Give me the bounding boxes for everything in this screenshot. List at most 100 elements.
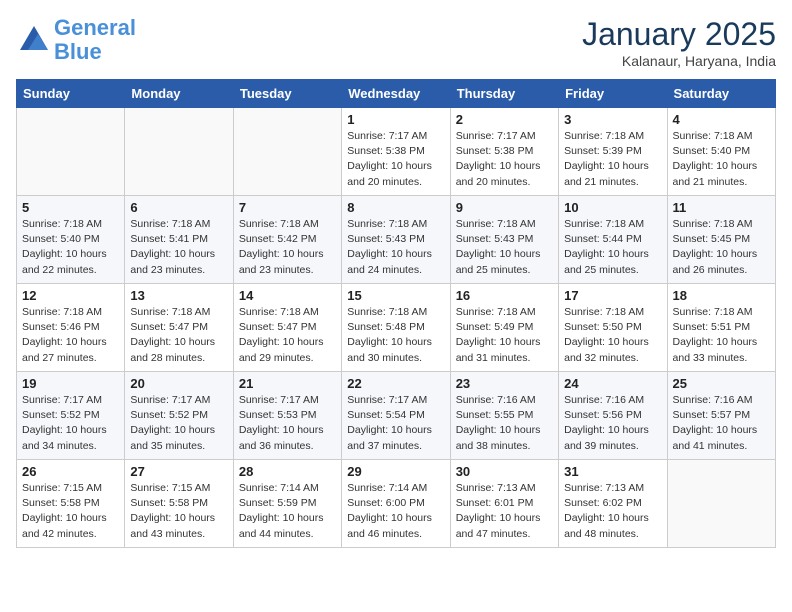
week-row-2: 5 Sunrise: 7:18 AMSunset: 5:40 PMDaylight… — [17, 196, 776, 284]
day-cell: 22 Sunrise: 7:17 AMSunset: 5:54 PMDayligh… — [342, 372, 450, 460]
day-info: Sunrise: 7:18 AMSunset: 5:43 PMDaylight:… — [347, 217, 444, 278]
day-number: 21 — [239, 376, 336, 391]
day-info: Sunrise: 7:18 AMSunset: 5:44 PMDaylight:… — [564, 217, 661, 278]
day-info: Sunrise: 7:18 AMSunset: 5:47 PMDaylight:… — [239, 305, 336, 366]
day-cell — [17, 108, 125, 196]
day-cell: 13 Sunrise: 7:18 AMSunset: 5:47 PMDayligh… — [125, 284, 233, 372]
day-number: 16 — [456, 288, 553, 303]
day-number: 24 — [564, 376, 661, 391]
day-number: 25 — [673, 376, 770, 391]
week-row-5: 26 Sunrise: 7:15 AMSunset: 5:58 PMDayligh… — [17, 460, 776, 548]
day-cell: 3 Sunrise: 7:18 AMSunset: 5:39 PMDaylight… — [559, 108, 667, 196]
day-cell: 18Sunrise: 7:18 AMSunset: 5:51 PMDayligh… — [667, 284, 775, 372]
day-cell: 26 Sunrise: 7:15 AMSunset: 5:58 PMDayligh… — [17, 460, 125, 548]
day-info: Sunrise: 7:13 AMSunset: 6:01 PMDaylight:… — [456, 481, 553, 542]
day-info: Sunrise: 7:18 AMSunset: 5:51 PMDaylight:… — [673, 305, 770, 366]
day-info: Sunrise: 7:18 AMSunset: 5:39 PMDaylight:… — [564, 129, 661, 190]
day-info: Sunrise: 7:18 AMSunset: 5:43 PMDaylight:… — [456, 217, 553, 278]
logo-line2: Blue — [54, 39, 102, 64]
day-number: 30 — [456, 464, 553, 479]
day-info: Sunrise: 7:15 AMSunset: 5:58 PMDaylight:… — [22, 481, 119, 542]
day-number: 2 — [456, 112, 553, 127]
day-cell: 25 Sunrise: 7:16 AMSunset: 5:57 PMDayligh… — [667, 372, 775, 460]
day-cell: 28Sunrise: 7:14 AMSunset: 5:59 PMDayligh… — [233, 460, 341, 548]
month-title: January 2025 — [582, 16, 776, 53]
day-number: 12 — [22, 288, 119, 303]
day-number: 7 — [239, 200, 336, 215]
day-info: Sunrise: 7:17 AMSunset: 5:52 PMDaylight:… — [130, 393, 227, 454]
day-number: 14 — [239, 288, 336, 303]
day-info: Sunrise: 7:18 AMSunset: 5:41 PMDaylight:… — [130, 217, 227, 278]
day-cell: 29 Sunrise: 7:14 AMSunset: 6:00 PMDayligh… — [342, 460, 450, 548]
day-number: 6 — [130, 200, 227, 215]
day-cell: 11 Sunrise: 7:18 AMSunset: 5:45 PMDayligh… — [667, 196, 775, 284]
day-number: 10 — [564, 200, 661, 215]
logo-icon — [16, 22, 52, 58]
day-number: 13 — [130, 288, 227, 303]
week-row-1: 1 Sunrise: 7:17 AMSunset: 5:38 PMDaylight… — [17, 108, 776, 196]
day-cell: 19 Sunrise: 7:17 AMSunset: 5:52 PMDayligh… — [17, 372, 125, 460]
day-number: 3 — [564, 112, 661, 127]
day-number: 20 — [130, 376, 227, 391]
day-number: 15 — [347, 288, 444, 303]
day-cell: 27 Sunrise: 7:15 AMSunset: 5:58 PMDayligh… — [125, 460, 233, 548]
day-info: Sunrise: 7:18 AMSunset: 5:42 PMDaylight:… — [239, 217, 336, 278]
weekday-header-wednesday: Wednesday — [342, 80, 450, 108]
day-info: Sunrise: 7:18 AMSunset: 5:48 PMDaylight:… — [347, 305, 444, 366]
day-info: Sunrise: 7:14 AMSunset: 6:00 PMDaylight:… — [347, 481, 444, 542]
day-info: Sunrise: 7:13 AMSunset: 6:02 PMDaylight:… — [564, 481, 661, 542]
day-info: Sunrise: 7:16 AMSunset: 5:55 PMDaylight:… — [456, 393, 553, 454]
day-number: 4 — [673, 112, 770, 127]
day-number: 22 — [347, 376, 444, 391]
week-row-3: 12 Sunrise: 7:18 AMSunset: 5:46 PMDayligh… — [17, 284, 776, 372]
header: General Blue January 2025 Kalanaur, Hary… — [16, 16, 776, 69]
day-cell: 15 Sunrise: 7:18 AMSunset: 5:48 PMDayligh… — [342, 284, 450, 372]
day-cell — [125, 108, 233, 196]
day-number: 5 — [22, 200, 119, 215]
day-info: Sunrise: 7:16 AMSunset: 5:57 PMDaylight:… — [673, 393, 770, 454]
day-cell: 10 Sunrise: 7:18 AMSunset: 5:44 PMDayligh… — [559, 196, 667, 284]
day-cell: 12 Sunrise: 7:18 AMSunset: 5:46 PMDayligh… — [17, 284, 125, 372]
day-cell: 23Sunrise: 7:16 AMSunset: 5:55 PMDayligh… — [450, 372, 558, 460]
day-info: Sunrise: 7:18 AMSunset: 5:45 PMDaylight:… — [673, 217, 770, 278]
day-cell: 8 Sunrise: 7:18 AMSunset: 5:43 PMDaylight… — [342, 196, 450, 284]
weekday-header-thursday: Thursday — [450, 80, 558, 108]
weekday-header-row: SundayMondayTuesdayWednesdayThursdayFrid… — [17, 80, 776, 108]
day-info: Sunrise: 7:18 AMSunset: 5:50 PMDaylight:… — [564, 305, 661, 366]
day-cell — [667, 460, 775, 548]
day-info: Sunrise: 7:18 AMSunset: 5:40 PMDaylight:… — [673, 129, 770, 190]
day-cell: 21 Sunrise: 7:17 AMSunset: 5:53 PMDayligh… — [233, 372, 341, 460]
day-info: Sunrise: 7:17 AMSunset: 5:38 PMDaylight:… — [347, 129, 444, 190]
day-info: Sunrise: 7:18 AMSunset: 5:47 PMDaylight:… — [130, 305, 227, 366]
day-number: 11 — [673, 200, 770, 215]
day-cell — [233, 108, 341, 196]
day-number: 8 — [347, 200, 444, 215]
day-info: Sunrise: 7:18 AMSunset: 5:40 PMDaylight:… — [22, 217, 119, 278]
logo-text: General Blue — [54, 16, 136, 64]
weekday-header-tuesday: Tuesday — [233, 80, 341, 108]
day-number: 29 — [347, 464, 444, 479]
day-cell: 5 Sunrise: 7:18 AMSunset: 5:40 PMDaylight… — [17, 196, 125, 284]
calendar: SundayMondayTuesdayWednesdayThursdayFrid… — [16, 79, 776, 548]
day-number: 27 — [130, 464, 227, 479]
day-cell: 31Sunrise: 7:13 AMSunset: 6:02 PMDayligh… — [559, 460, 667, 548]
day-number: 26 — [22, 464, 119, 479]
day-cell: 2Sunrise: 7:17 AMSunset: 5:38 PMDaylight… — [450, 108, 558, 196]
location: Kalanaur, Haryana, India — [582, 53, 776, 69]
day-number: 19 — [22, 376, 119, 391]
day-info: Sunrise: 7:17 AMSunset: 5:52 PMDaylight:… — [22, 393, 119, 454]
day-number: 1 — [347, 112, 444, 127]
day-info: Sunrise: 7:18 AMSunset: 5:46 PMDaylight:… — [22, 305, 119, 366]
day-info: Sunrise: 7:16 AMSunset: 5:56 PMDaylight:… — [564, 393, 661, 454]
day-cell: 16 Sunrise: 7:18 AMSunset: 5:49 PMDayligh… — [450, 284, 558, 372]
week-row-4: 19 Sunrise: 7:17 AMSunset: 5:52 PMDayligh… — [17, 372, 776, 460]
day-cell: 24 Sunrise: 7:16 AMSunset: 5:56 PMDayligh… — [559, 372, 667, 460]
day-info: Sunrise: 7:14 AMSunset: 5:59 PMDaylight:… — [239, 481, 336, 542]
day-info: Sunrise: 7:17 AMSunset: 5:54 PMDaylight:… — [347, 393, 444, 454]
day-cell: 7 Sunrise: 7:18 AMSunset: 5:42 PMDaylight… — [233, 196, 341, 284]
weekday-header-saturday: Saturday — [667, 80, 775, 108]
weekday-header-monday: Monday — [125, 80, 233, 108]
day-info: Sunrise: 7:18 AMSunset: 5:49 PMDaylight:… — [456, 305, 553, 366]
day-info: Sunrise: 7:17 AMSunset: 5:53 PMDaylight:… — [239, 393, 336, 454]
day-info: Sunrise: 7:15 AMSunset: 5:58 PMDaylight:… — [130, 481, 227, 542]
